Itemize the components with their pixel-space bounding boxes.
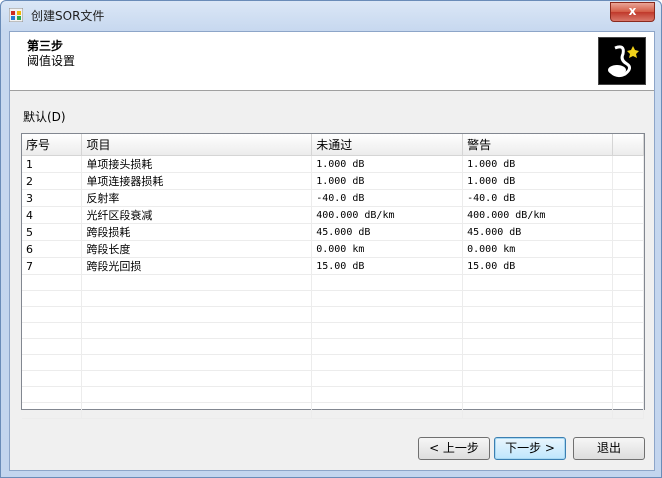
- column-header-item[interactable]: 项目: [81, 134, 313, 156]
- empty-row: [22, 354, 644, 371]
- table-row[interactable]: 5 跨段损耗 45.000 dB 45.000 dB: [22, 223, 644, 241]
- row-index: 2: [22, 172, 83, 190]
- empty-row: [22, 306, 644, 323]
- row-fail-value[interactable]: -40.0 dB: [311, 189, 464, 207]
- row-warning-value[interactable]: 1.000 dB: [462, 155, 613, 173]
- row-item: 光纤区段衰减: [81, 206, 313, 224]
- row-item: 跨段损耗: [81, 223, 313, 241]
- empty-row: [22, 370, 644, 387]
- table-header-row: 序号 项目 未通过 警告: [22, 134, 644, 156]
- defaults-label: 默认(D): [23, 110, 66, 124]
- row-filler: [612, 206, 644, 224]
- row-item: 跨段光回损: [81, 257, 313, 275]
- row-item: 单项连接器损耗: [81, 172, 313, 190]
- empty-row: [22, 386, 644, 403]
- row-warning-value[interactable]: 1.000 dB: [462, 172, 613, 190]
- row-warning-value[interactable]: 400.000 dB/km: [462, 206, 613, 224]
- exit-button[interactable]: 退出: [573, 437, 645, 460]
- row-index: 6: [22, 240, 83, 258]
- threshold-grid[interactable]: 序号 项目 未通过 警告 1 单项接头损耗 1.000 dB 1.000 dB 2 单项…: [21, 133, 645, 419]
- row-filler: [612, 155, 644, 173]
- row-index: 5: [22, 223, 83, 241]
- close-button[interactable]: x: [610, 2, 655, 22]
- table-row[interactable]: 6 跨段长度 0.000 km 0.000 km: [22, 240, 644, 258]
- row-warning-value[interactable]: 0.000 km: [462, 240, 613, 258]
- row-fail-value[interactable]: 15.00 dB: [311, 257, 464, 275]
- empty-row: [22, 322, 644, 339]
- table-row[interactable]: 3 反射率 -40.0 dB -40.0 dB: [22, 189, 644, 207]
- empty-row: [22, 274, 644, 291]
- row-filler: [612, 240, 644, 258]
- empty-row: [22, 338, 644, 355]
- row-index: 3: [22, 189, 83, 207]
- row-filler: [612, 223, 644, 241]
- row-fail-value[interactable]: 0.000 km: [311, 240, 464, 258]
- row-filler: [612, 189, 644, 207]
- prev-button[interactable]: < 上一步: [418, 437, 490, 460]
- step-subtitle: 阈值设置: [27, 54, 76, 68]
- wizard-window: 创建SOR文件 x 第三步 阈值设置 默认(D) 序号 项目 未通过 警告 1 …: [0, 0, 662, 478]
- column-header-fail[interactable]: 未通过: [311, 134, 464, 156]
- wizard-body: 第三步 阈值设置 默认(D) 序号 项目 未通过 警告 1 单项接头损耗 1.0…: [9, 31, 655, 471]
- empty-row: [22, 290, 644, 307]
- row-filler: [612, 172, 644, 190]
- row-fail-value[interactable]: 45.000 dB: [311, 223, 464, 241]
- column-header-filler: [612, 134, 644, 156]
- row-fail-value[interactable]: 1.000 dB: [311, 172, 464, 190]
- row-fail-value[interactable]: 400.000 dB/km: [311, 206, 464, 224]
- row-index: 4: [22, 206, 83, 224]
- table-row[interactable]: 7 跨段光回损 15.00 dB 15.00 dB: [22, 257, 644, 275]
- table-row[interactable]: 1 单项接头损耗 1.000 dB 1.000 dB: [22, 155, 644, 173]
- table-row[interactable]: 2 单项连接器损耗 1.000 dB 1.000 dB: [22, 172, 644, 190]
- app-icon: [9, 8, 23, 22]
- row-item: 单项接头损耗: [81, 155, 313, 173]
- empty-row: [22, 402, 644, 419]
- row-fail-value[interactable]: 1.000 dB: [311, 155, 464, 173]
- row-index: 7: [22, 257, 83, 275]
- row-warning-value[interactable]: 45.000 dB: [462, 223, 613, 241]
- threshold-table: 序号 项目 未通过 警告 1 单项接头损耗 1.000 dB 1.000 dB 2 单项…: [22, 134, 644, 419]
- wizard-header: 第三步 阈值设置: [10, 32, 654, 91]
- row-filler: [612, 257, 644, 275]
- next-button[interactable]: 下一步 >: [494, 437, 566, 460]
- row-item: 跨段长度: [81, 240, 313, 258]
- row-warning-value[interactable]: -40.0 dB: [462, 189, 613, 207]
- table-row[interactable]: 4 光纤区段衰减 400.000 dB/km 400.000 dB/km: [22, 206, 644, 224]
- column-header-index[interactable]: 序号: [22, 134, 83, 156]
- column-header-warning[interactable]: 警告: [462, 134, 613, 156]
- window-title: 创建SOR文件: [31, 9, 105, 23]
- row-warning-value[interactable]: 15.00 dB: [462, 257, 613, 275]
- row-index: 1: [22, 155, 83, 173]
- title-bar: 创建SOR文件 x: [1, 1, 661, 29]
- row-item: 反射率: [81, 189, 313, 207]
- wizard-logo-icon: [598, 37, 646, 85]
